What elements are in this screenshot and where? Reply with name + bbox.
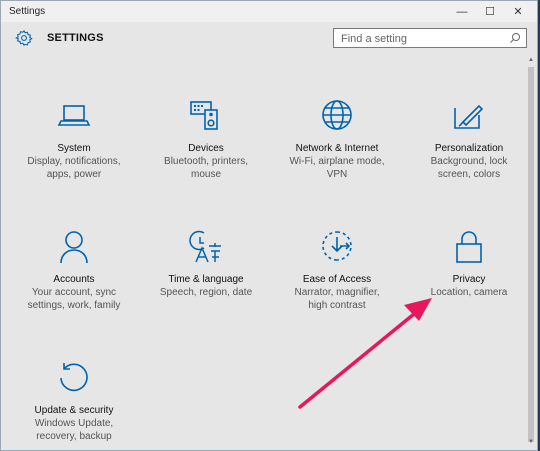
gear-icon: [15, 29, 33, 46]
tile-description: Bluetooth, printers,: [164, 156, 248, 167]
tile-label: System: [57, 143, 91, 154]
tile-ease-of-access[interactable]: Ease of Access Narrator, magnifier, high…: [273, 229, 401, 312]
tile-privacy[interactable]: Privacy Location, camera: [405, 229, 533, 299]
tile-update-security[interactable]: Update & security Windows Update, recove…: [10, 360, 138, 443]
tile-accounts[interactable]: Accounts Your account, sync settings, wo…: [10, 229, 138, 312]
vertical-scrollbar[interactable]: ▲ ▼: [527, 57, 535, 447]
devices-icon: [190, 101, 218, 130]
tile-label: Personalization: [434, 143, 504, 154]
minimize-button[interactable]: —: [449, 1, 475, 22]
tile-network[interactable]: Network & Internet Wi-Fi, airplane mode,…: [273, 98, 401, 181]
tile-description: recovery, backup: [36, 431, 112, 442]
search-icon[interactable]: [509, 32, 521, 44]
tile-description: Speech, region, date: [159, 287, 253, 298]
time-language-icon: [189, 230, 221, 263]
tile-label: Devices: [188, 143, 224, 154]
tile-description: mouse: [190, 169, 221, 180]
settings-header: SETTINGS: [1, 22, 537, 60]
laptop-icon: [57, 105, 91, 126]
settings-window: Settings — ☐ ✕ SETTINGS System: [0, 0, 538, 451]
tile-personalization[interactable]: Personalization Background, lock screen,…: [405, 98, 533, 181]
maximize-button[interactable]: ☐: [477, 1, 503, 22]
ease-of-access-icon: [322, 231, 352, 261]
tile-label: Update & security: [34, 405, 114, 416]
tile-label: Ease of Access: [302, 274, 372, 285]
tile-time-language[interactable]: Time & language Speech, region, date: [142, 229, 270, 299]
tile-devices[interactable]: Devices Bluetooth, printers, mouse: [142, 98, 270, 181]
tile-description: high contrast: [308, 300, 366, 311]
person-icon: [60, 231, 88, 264]
globe-icon: [322, 100, 352, 130]
tile-description: Wi-Fi, airplane mode,: [289, 156, 385, 167]
tile-label: Accounts: [53, 274, 95, 285]
tile-label: Time & language: [168, 274, 244, 285]
refresh-icon: [60, 363, 88, 392]
window-title: Settings: [9, 6, 46, 17]
tile-description: Windows Update,: [34, 418, 114, 429]
tile-description: Narrator, magnifier,: [294, 287, 380, 298]
search-box[interactable]: [333, 28, 527, 48]
tile-description: apps, power: [46, 169, 102, 180]
scrollbar-thumb[interactable]: [528, 67, 534, 442]
tile-description: screen, colors: [437, 169, 501, 180]
scroll-down-icon[interactable]: ▼: [527, 439, 535, 447]
tile-description: Display, notifications,: [27, 156, 121, 167]
tile-system[interactable]: System Display, notifications, apps, pow…: [10, 98, 138, 181]
close-button[interactable]: ✕: [505, 1, 531, 22]
tile-label: Network & Internet: [295, 143, 379, 154]
page-title: SETTINGS: [47, 32, 104, 44]
tile-description: Location, camera: [430, 287, 508, 298]
tile-description: settings, work, family: [27, 300, 121, 311]
search-input[interactable]: [334, 30, 501, 48]
tile-label: Privacy: [452, 274, 486, 285]
lock-icon: [456, 231, 482, 263]
tile-description: Your account, sync: [31, 287, 117, 298]
paint-icon: [454, 104, 484, 129]
tile-description: Background, lock: [430, 156, 508, 167]
tile-description: VPN: [326, 169, 348, 180]
title-bar[interactable]: Settings — ☐ ✕: [1, 1, 537, 22]
scroll-up-icon[interactable]: ▲: [527, 57, 535, 65]
